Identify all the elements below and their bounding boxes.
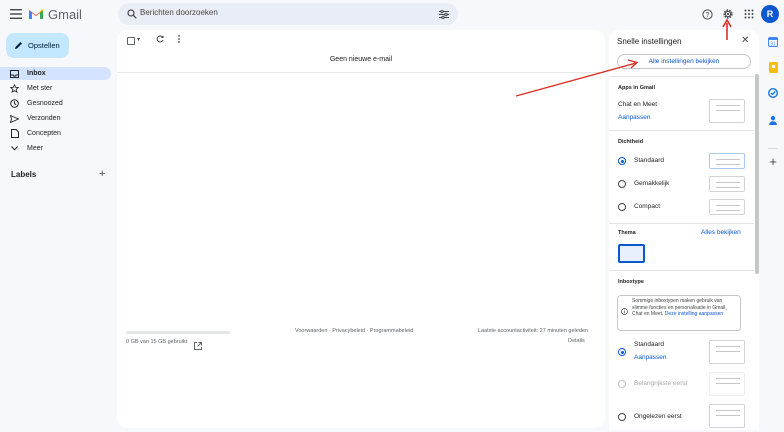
inbox-type-important-radio[interactable] bbox=[618, 380, 626, 388]
apps-grid-icon[interactable] bbox=[741, 6, 757, 22]
external-link-icon[interactable] bbox=[194, 337, 202, 350]
search-bar[interactable]: Berichten doorzoeken bbox=[118, 3, 458, 25]
chat-meet-label: Chat en Meet bbox=[618, 101, 658, 108]
keep-icon[interactable] bbox=[767, 61, 779, 73]
draft-icon bbox=[10, 129, 19, 138]
storage-usage-bar bbox=[126, 331, 230, 334]
inbox-standard-preview bbox=[709, 340, 745, 364]
refresh-icon[interactable] bbox=[155, 34, 165, 44]
apps-section-title: Apps in Gmail bbox=[618, 85, 655, 91]
inbox-icon bbox=[10, 69, 19, 78]
inbox-type-unread-radio[interactable] bbox=[618, 413, 626, 421]
nav-item-starred[interactable]: Met ster bbox=[0, 82, 111, 95]
help-icon[interactable]: ? bbox=[699, 6, 715, 22]
search-icon[interactable] bbox=[124, 6, 140, 22]
chevron-down-icon bbox=[10, 144, 19, 153]
divider bbox=[609, 223, 754, 224]
more-options-icon[interactable] bbox=[177, 34, 181, 44]
theme-view-all-link[interactable]: Alles bekijken bbox=[701, 229, 741, 236]
divider bbox=[117, 72, 605, 73]
pencil-icon bbox=[15, 42, 22, 49]
theme-default-thumbnail[interactable] bbox=[618, 244, 645, 263]
quick-settings-scrollbar[interactable] bbox=[755, 74, 759, 274]
quick-settings-panel: Snelle instellingen ✕ Alle instellingen … bbox=[609, 30, 759, 430]
star-icon bbox=[10, 84, 19, 93]
info-icon bbox=[621, 308, 628, 315]
nav-item-drafts[interactable]: Concepten bbox=[0, 127, 111, 140]
chat-meet-preview bbox=[709, 99, 745, 123]
storage-usage-text: 0 GB van 15 GB gebruikt bbox=[126, 339, 188, 345]
inbox-type-label[interactable]: Ongelezen eerst bbox=[634, 413, 682, 420]
add-addon-icon[interactable]: + bbox=[767, 154, 779, 169]
calendar-icon[interactable]: 31 bbox=[767, 36, 779, 48]
inbox-type-standard-radio[interactable] bbox=[618, 348, 626, 356]
all-settings-button[interactable]: Alle instellingen bekijken bbox=[617, 54, 751, 69]
inbox-type-label[interactable]: Belangrijkste eerst bbox=[634, 380, 687, 387]
inbox-unread-preview bbox=[709, 404, 745, 428]
gmail-m-icon bbox=[29, 9, 43, 19]
footer-links[interactable]: Voorwaarden · Privacybeleid · Programmab… bbox=[295, 328, 413, 334]
inbox-type-info-box: Sommige inboxtypen maken gebruik van sli… bbox=[617, 295, 741, 331]
density-standard-radio[interactable] bbox=[618, 157, 626, 165]
divider bbox=[768, 148, 778, 149]
nav-label: Met ster bbox=[27, 85, 53, 92]
search-input[interactable]: Berichten doorzoeken bbox=[140, 8, 218, 17]
nav-label: Meer bbox=[27, 145, 43, 152]
settings-gear-icon[interactable] bbox=[720, 6, 736, 22]
clock-icon bbox=[10, 99, 19, 108]
add-label-icon[interactable]: + bbox=[99, 168, 105, 180]
nav-item-snoozed[interactable]: Gesnoozed bbox=[0, 97, 111, 110]
nav-label: Concepten bbox=[27, 130, 61, 137]
close-icon[interactable]: ✕ bbox=[741, 35, 751, 46]
divider bbox=[609, 76, 754, 77]
inbox-type-label[interactable]: Standaard bbox=[634, 341, 664, 348]
labels-heading: Labels bbox=[11, 170, 37, 179]
send-icon bbox=[10, 114, 19, 123]
divider bbox=[609, 130, 754, 131]
density-section-title: Dichtheid bbox=[618, 139, 644, 145]
nav-item-sent[interactable]: Verzonden bbox=[0, 112, 111, 125]
density-compact-radio[interactable] bbox=[618, 203, 626, 211]
message-list-panel: ▾ Geen nieuwe e-mail 0 GB van 15 GB gebr… bbox=[117, 30, 605, 428]
density-comfortable-radio[interactable] bbox=[618, 180, 626, 188]
empty-inbox-message: Geen nieuwe e-mail bbox=[329, 56, 393, 63]
select-options-caret-icon[interactable]: ▾ bbox=[137, 36, 140, 43]
gmail-logo[interactable]: Gmail bbox=[28, 5, 82, 23]
density-compact-preview bbox=[709, 199, 745, 215]
contacts-icon[interactable] bbox=[767, 114, 779, 126]
compose-button[interactable]: Opstellen bbox=[6, 33, 69, 58]
select-all-checkbox[interactable] bbox=[127, 37, 135, 45]
density-standard-preview bbox=[709, 153, 745, 169]
theme-section-title: Thema bbox=[618, 230, 636, 236]
nav-item-inbox[interactable]: Inbox bbox=[0, 67, 111, 80]
density-comfortable-preview bbox=[709, 176, 745, 192]
quick-settings-title: Snelle instellingen bbox=[617, 37, 682, 46]
nav-label: Inbox bbox=[27, 70, 46, 77]
compose-label: Opstellen bbox=[28, 41, 60, 50]
account-avatar[interactable]: R bbox=[761, 5, 779, 23]
nav-label: Verzonden bbox=[27, 115, 61, 122]
account-activity-text: Laatste accountactiviteit: 27 minuten ge… bbox=[477, 328, 588, 334]
search-options-icon[interactable] bbox=[436, 6, 452, 22]
details-link[interactable]: Details bbox=[568, 338, 585, 344]
inbox-type-customize-link[interactable]: Aanpassen bbox=[634, 354, 667, 361]
density-option-label[interactable]: Gemakkelijk bbox=[634, 180, 669, 187]
tasks-icon[interactable] bbox=[767, 87, 779, 99]
nav-item-more[interactable]: Meer bbox=[0, 142, 111, 155]
app-name: Gmail bbox=[48, 6, 82, 22]
svg-text:31: 31 bbox=[770, 42, 776, 48]
apps-customize-link[interactable]: Aanpassen bbox=[618, 114, 651, 121]
svg-text:?: ? bbox=[705, 12, 709, 19]
density-option-label[interactable]: Standaard bbox=[634, 157, 664, 164]
divider bbox=[609, 270, 754, 271]
nav-label: Gesnoozed bbox=[27, 100, 63, 107]
inbox-info-link[interactable]: Deze instelling aanpassen bbox=[665, 311, 723, 317]
density-option-label[interactable]: Compact bbox=[634, 203, 660, 210]
inbox-important-preview bbox=[709, 372, 745, 396]
main-menu-icon[interactable] bbox=[8, 6, 24, 22]
inbox-type-section-title: Inboxtype bbox=[618, 279, 644, 285]
